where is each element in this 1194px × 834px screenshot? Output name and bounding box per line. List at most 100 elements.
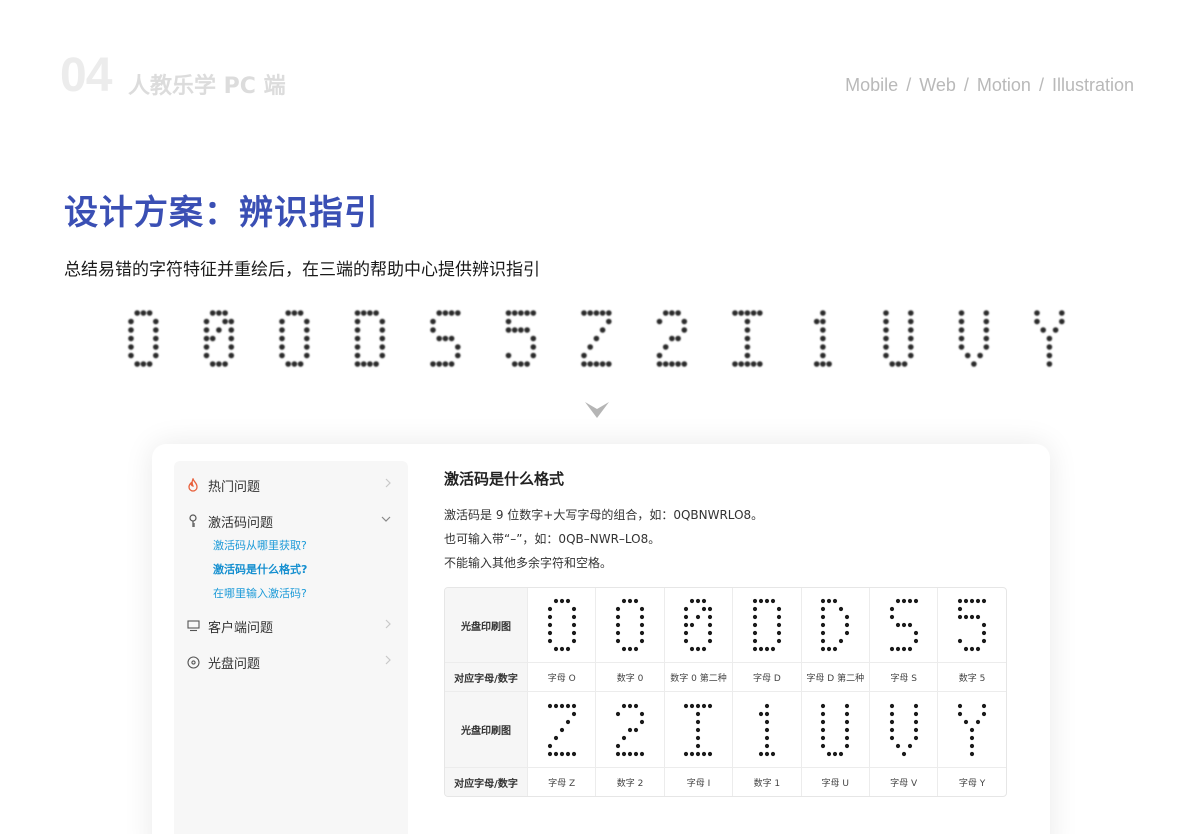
glyph-dot [203,344,210,350]
sidebar-item-hot[interactable]: 热门问题 [186,473,396,497]
glyph-dot [889,727,894,732]
glyph-dot [593,310,600,316]
strip-glyph [883,310,914,367]
glyph-dot [908,352,914,359]
glyph-dot [128,327,134,333]
glyph-dot [633,703,639,708]
glyph-dot [354,310,361,316]
glyph-dot [228,327,235,333]
glyph-dot [957,614,963,620]
glyph-dot [354,327,361,333]
flame-icon [186,478,200,492]
glyph-dot [681,327,688,333]
project-title: 人教乐学 PC 端 [128,74,286,99]
glyph-dot [839,606,844,612]
row-header: 对应字母/数字 [445,663,527,691]
glyph-dot [744,327,751,333]
nav-mobile[interactable]: Mobile [845,75,898,95]
glyph-dot [708,751,713,756]
table-row: 对应字母/数字 字母 Z 数字 2 字母 I 数字 1 字母 U 字母 V 字母… [445,768,1006,796]
glyph-dot [690,598,695,604]
section-subtitle: 总结易错的字符特征并重绘后，在三端的帮助中心提供辨识指引 [64,260,540,280]
nav-web[interactable]: Web [919,75,956,95]
glyph-dot [279,335,285,342]
glyph-dot [297,310,304,316]
glyph-dot [821,638,826,644]
sidebar-item-client[interactable]: 客户端问题 [186,614,396,638]
glyph-dot [752,614,757,620]
glyph-dot [690,751,695,756]
glyph-dot [571,630,576,636]
nav-motion[interactable]: Motion [977,75,1031,95]
glyph-dot [559,598,564,604]
help-center-card: 热门问题 激活码问题 激活码从哪里获取? 激活码是什么格式? 在哪里输入激活码?… [152,444,1050,834]
glyph-dot [593,335,600,342]
glyph-dot [1046,361,1053,367]
glyph-dot [901,598,906,604]
glyph-dot [895,598,900,604]
glyph-dot [203,327,210,333]
chevron-right-icon [384,618,392,634]
glyph-dot [826,361,832,367]
glyph-dot [379,335,386,342]
glyph-dot [524,327,530,333]
glyph-dot [587,310,593,316]
glyph-dot [958,335,965,342]
glyph-dot [820,361,826,367]
nav-separator: / [963,75,969,95]
sidebar-subitem[interactable]: 在哪里输入激活码? [213,585,307,603]
glyph-dot [627,646,633,652]
glyph-dot [455,344,461,350]
glyph-dot [764,735,769,740]
glyph-dot [776,614,781,620]
glyph-dot [821,727,826,732]
glyph-dot [379,318,386,325]
glyph-dot [669,335,675,342]
glyph-dot [547,743,552,748]
sidebar-item-activation[interactable]: 激活码问题 [186,509,396,533]
glyph-dot [696,751,701,756]
key-icon [186,514,200,528]
glyph-dot [448,310,455,316]
sidebar-subitem-active[interactable]: 激活码是什么格式? [213,561,307,579]
glyph-dot [975,614,981,620]
glyph-dot [983,318,990,325]
glyph-dot [203,335,210,342]
glyph-dot [696,598,701,604]
sidebar-item-disc[interactable]: 光盘问题 [186,650,396,674]
glyph-dot [547,751,552,756]
strip-glyph [958,310,990,367]
glyph-dot [820,344,826,350]
glyph-dot [228,352,235,359]
glyph-dot [379,352,386,359]
nav-illustration[interactable]: Illustration [1052,75,1134,95]
glyph-dot [981,622,987,628]
glyph-dot [606,361,612,367]
strip-glyph [732,310,763,367]
glyph-dot [639,606,645,612]
glyph-dot [913,638,918,644]
glyph-dot [571,751,576,756]
glyph-dot [656,318,663,325]
glyph-dot [379,327,386,333]
glyph-dot [702,598,707,604]
sidebar-subitem[interactable]: 激活码从哪里获取? [213,537,307,555]
glyph-dot [821,735,826,740]
glyph-dot [209,310,216,316]
glyph-dot [889,646,894,652]
glyph-dot [367,310,373,316]
glyph-dot [813,361,820,367]
glyph-dot [821,711,826,716]
glyph-dot [821,703,826,708]
glyph-dot [821,622,826,628]
glyph-cell [868,692,937,767]
glyph-dot [957,711,963,716]
glyph-dot [530,344,537,350]
glyph-dot [690,703,695,708]
glyph-dot [304,318,310,325]
glyph-dot [1046,344,1053,350]
glyph-label: 字母 V [868,768,937,796]
glyph-dot [969,646,975,652]
glyph-dot [901,361,908,367]
glyph-dot [839,638,844,644]
